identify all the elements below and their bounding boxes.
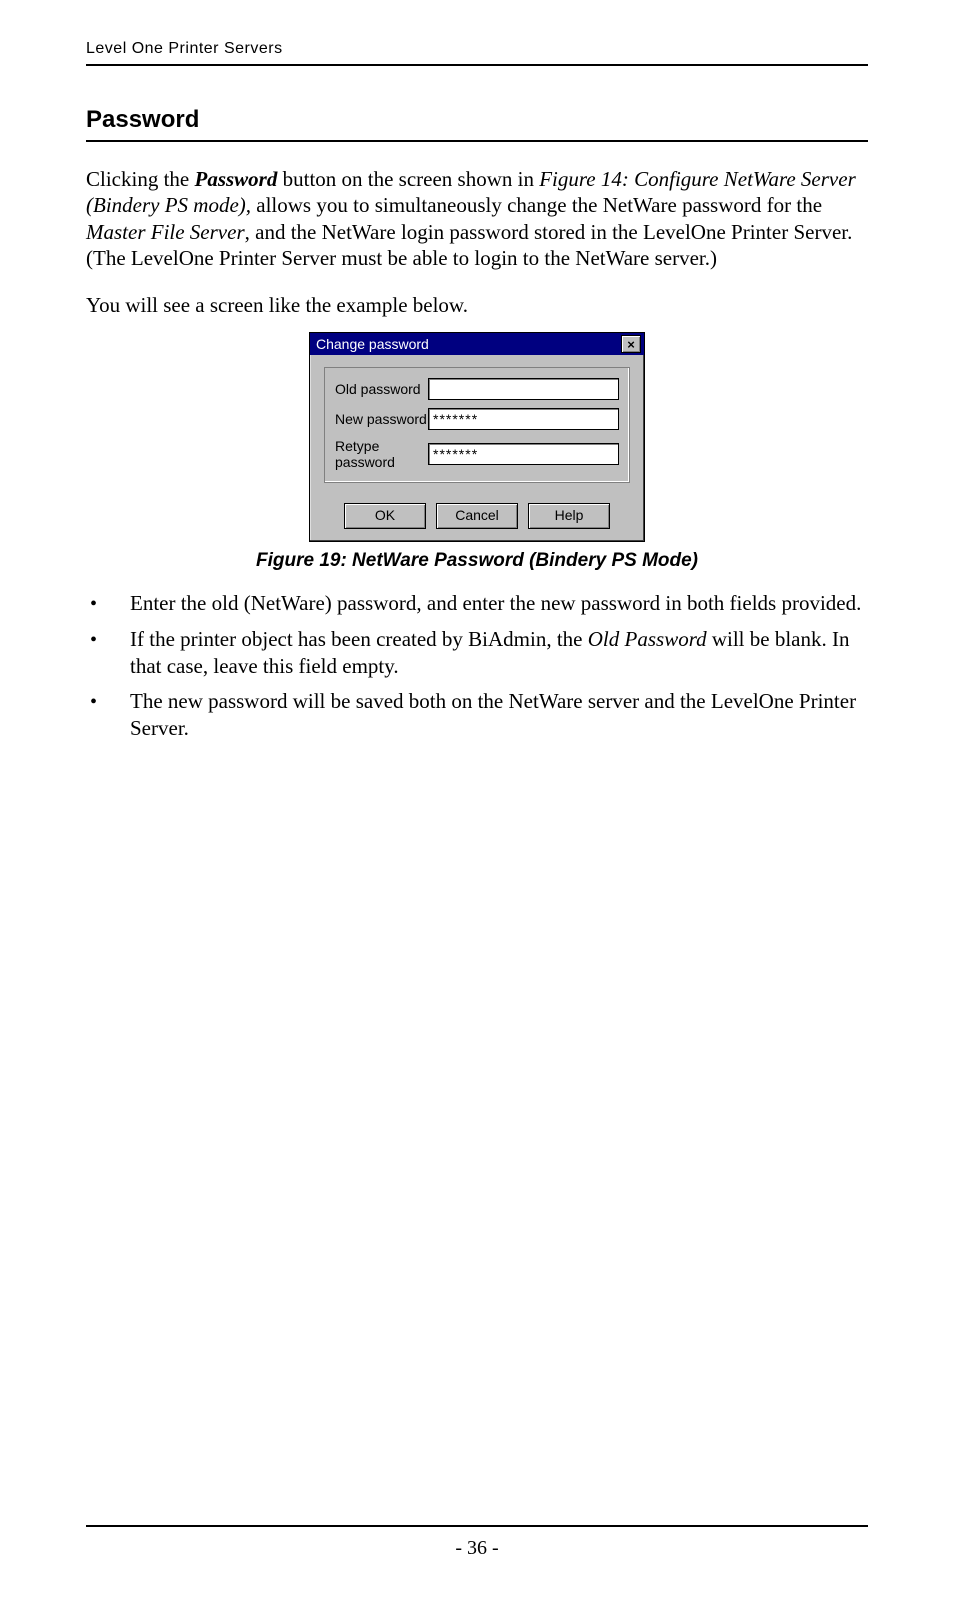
- bullet-list: Enter the old (NetWare) password, and en…: [86, 590, 868, 742]
- list-item: Enter the old (NetWare) password, and en…: [86, 590, 868, 617]
- text: button on the screen shown in: [277, 167, 539, 191]
- paragraph-2: You will see a screen like the example b…: [86, 292, 868, 318]
- page-footer: - 36 -: [86, 1525, 868, 1560]
- change-password-dialog: Change password × Old password New passw…: [309, 332, 645, 542]
- list-item: If the printer object has been created b…: [86, 626, 868, 681]
- dialog-button-row: OK Cancel Help: [310, 493, 644, 541]
- retype-password-label: Retype password: [335, 438, 428, 470]
- section-title: Password: [86, 106, 868, 142]
- dialog-titlebar: Change password ×: [310, 333, 644, 355]
- text-bold-italic: Password: [195, 167, 278, 191]
- close-button[interactable]: ×: [621, 335, 641, 353]
- text-italic: Old Password: [588, 627, 707, 651]
- cancel-button[interactable]: Cancel: [436, 503, 518, 529]
- running-header: Level One Printer Servers: [86, 40, 868, 66]
- text-italic: Master File Server: [86, 220, 245, 244]
- paragraph-1: Clicking the Password button on the scre…: [86, 166, 868, 271]
- text: If the printer object has been created b…: [130, 627, 588, 651]
- dialog-title: Change password: [316, 336, 621, 352]
- figure-caption: Figure 19: NetWare Password (Bindery PS …: [86, 550, 868, 572]
- new-password-label: New password: [335, 411, 428, 427]
- old-password-label: Old password: [335, 381, 428, 397]
- list-item-text: Enter the old (NetWare) password, and en…: [130, 590, 868, 617]
- text: Clicking the: [86, 167, 195, 191]
- help-button[interactable]: Help: [528, 503, 610, 529]
- ok-button[interactable]: OK: [344, 503, 426, 529]
- close-icon: ×: [627, 338, 635, 351]
- text: allows you to simultaneously change the …: [251, 193, 822, 217]
- bullet-icon: [86, 688, 130, 743]
- new-password-input[interactable]: [428, 408, 619, 430]
- form-panel: Old password New password Retype passwor…: [324, 367, 630, 483]
- list-item-text: The new password will be saved both on t…: [130, 688, 868, 743]
- bullet-icon: [86, 590, 130, 617]
- page-number: - 36 -: [455, 1537, 498, 1559]
- retype-password-input[interactable]: [428, 443, 619, 465]
- old-password-input[interactable]: [428, 378, 619, 400]
- list-item: The new password will be saved both on t…: [86, 688, 868, 743]
- bullet-icon: [86, 626, 130, 681]
- list-item-text: If the printer object has been created b…: [130, 626, 868, 681]
- dialog-body: Old password New password Retype passwor…: [310, 355, 644, 493]
